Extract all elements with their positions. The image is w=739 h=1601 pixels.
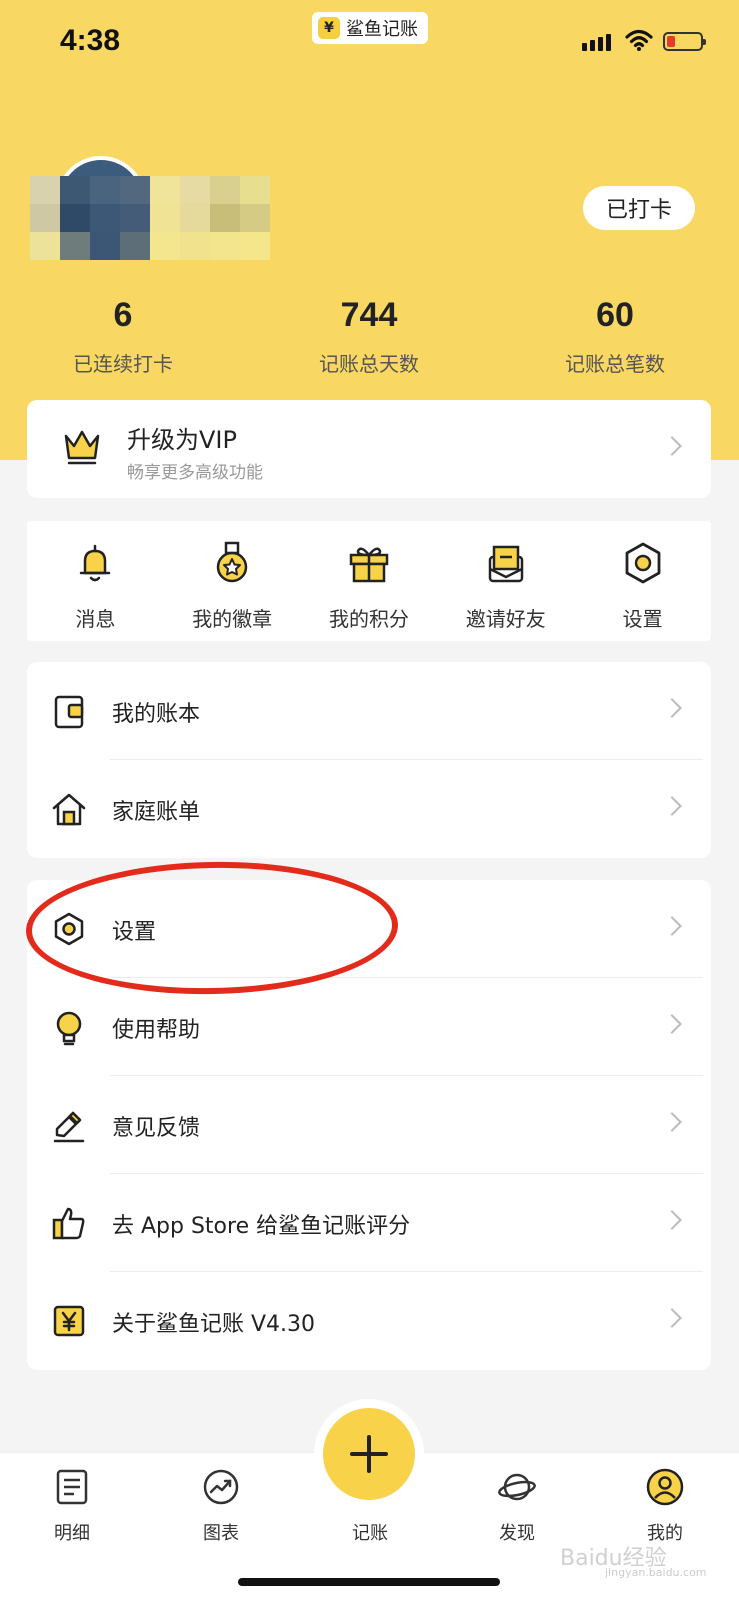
chevron-right-icon [662,1210,682,1230]
quick-label: 邀请好友 [465,607,546,631]
stat-label: 记账总笔数 [565,352,665,376]
quick-points[interactable]: 我的积分 [301,521,438,641]
yen-badge-icon [53,1305,85,1337]
stat-label: 记账总天数 [319,352,419,376]
menu-label: 去 App Store 给鲨鱼记账评分 [112,1214,411,1239]
envelope-icon [488,545,524,583]
stat-value: 744 [340,296,398,334]
document-icon [56,1469,88,1505]
app-return-badge[interactable]: ¥ 鲨鱼记账 [312,12,428,44]
menu-group-ledger: 我的账本 家庭账单 [27,662,711,858]
ledger-icon [54,695,84,729]
user-circle-icon [646,1468,684,1506]
tab-label: 记账 [352,1523,388,1544]
menu-item-about[interactable]: 关于鲨鱼记账 V4.30 [27,1272,711,1370]
menu-item-my-ledger[interactable]: 我的账本 [27,662,711,760]
cellular-signal-icon [582,34,611,51]
quick-settings[interactable]: 设置 [574,521,711,641]
stats-row: 6 已连续打卡 744 记账总天数 60 记账总笔数 [0,296,739,377]
tab-label: 明细 [54,1523,90,1544]
menu-label: 意见反馈 [112,1116,201,1141]
stat-streak[interactable]: 6 已连续打卡 [0,296,246,377]
stat-total-days[interactable]: 744 记账总天数 [246,296,492,377]
plus-icon-vertical [367,1435,371,1473]
hexagon-gear-icon [625,542,660,584]
home-indicator[interactable] [238,1578,500,1586]
planet-icon [498,1473,536,1501]
menu-label: 我的账本 [112,702,201,727]
chevron-right-icon [662,1112,682,1132]
quick-invite[interactable]: 邀请好友 [437,521,574,641]
menu-label: 关于鲨鱼记账 V4.30 [112,1312,316,1337]
quick-badges[interactable]: 我的徽章 [164,521,301,641]
quick-label: 我的徽章 [192,607,273,631]
lightbulb-icon [56,1011,82,1046]
app-logo-icon: ¥ [318,17,340,39]
trend-chart-icon [203,1469,239,1505]
add-entry-button[interactable] [323,1408,415,1500]
pencil-icon [53,1111,85,1143]
menu-label: 使用帮助 [112,1018,201,1043]
bell-icon [80,544,111,582]
status-time: 4:38 [60,24,121,57]
quick-label: 我的积分 [328,607,409,631]
username-mosaic [30,176,270,260]
house-icon [52,793,86,826]
watermark-url: jingyan.baidu.com [605,1566,707,1579]
quick-actions: 消息 我的徽章 我的积分 邀请好友 设置 [27,521,711,641]
quick-messages[interactable]: 消息 [27,521,164,641]
app-return-label: 鲨鱼记账 [346,19,418,40]
quick-label: 设置 [622,607,663,631]
vip-title: 升级为VIP [127,426,237,454]
crown-icon [64,430,100,465]
menu-item-family-bill[interactable]: 家庭账单 [27,760,711,858]
thumbs-up-icon [52,1207,85,1240]
menu-item-feedback[interactable]: 意见反馈 [27,1076,711,1174]
stat-total-entries[interactable]: 60 记账总笔数 [492,296,738,377]
tab-label: 发现 [499,1523,535,1544]
menu-item-rate-app[interactable]: 去 App Store 给鲨鱼记账评分 [27,1174,711,1272]
stat-label: 已连续打卡 [73,352,173,376]
stat-value: 6 [113,296,133,334]
chevron-right-icon [662,1308,682,1328]
chevron-right-icon [662,436,682,456]
vip-upgrade-card[interactable]: 升级为VIP 畅享更多高级功能 [27,400,711,498]
chevron-right-icon [662,916,682,936]
checkin-button[interactable]: 已打卡 [583,186,695,230]
chevron-right-icon [662,796,682,816]
medal-icon [216,541,248,583]
wifi-icon [625,29,653,51]
chevron-right-icon [662,1014,682,1034]
stat-value: 60 [596,296,634,334]
battery-icon [663,32,706,51]
vip-subtitle: 畅享更多高级功能 [127,463,263,483]
chevron-right-icon [662,698,682,718]
menu-label: 家庭账单 [112,800,201,825]
quick-label: 消息 [75,607,116,631]
tab-label: 图表 [203,1523,239,1544]
gift-icon [349,547,389,583]
menu-item-help[interactable]: 使用帮助 [27,978,711,1076]
